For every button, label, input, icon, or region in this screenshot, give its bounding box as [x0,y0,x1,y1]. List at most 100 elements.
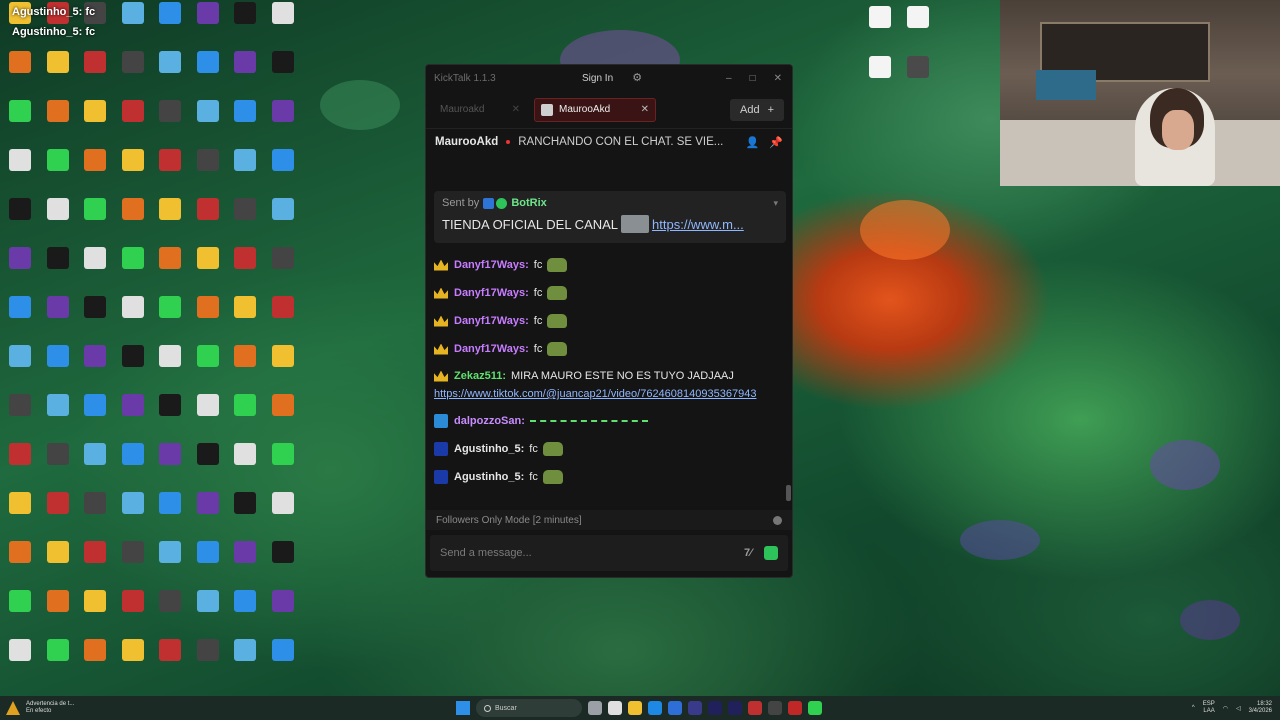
desktop-icon[interactable] [862,6,898,28]
start-icon[interactable] [456,701,470,715]
desktop-icon[interactable] [227,247,263,269]
desktop-icon[interactable] [152,149,188,171]
brave-icon[interactable] [748,701,762,715]
taskbar-notification[interactable]: Advertencia de t... En efecto [6,701,156,715]
desktop-icon[interactable] [115,2,151,24]
desktop-icon[interactable] [115,345,151,367]
desktop-icon[interactable] [190,443,226,465]
desktop-icon[interactable] [190,541,226,563]
taskbar-app-icon[interactable] [708,701,722,715]
desktop-icon[interactable] [77,590,113,612]
desktop-icon[interactable] [115,394,151,416]
desktop-icon[interactable] [115,149,151,171]
desktop-icon[interactable] [40,149,76,171]
kicktalk-icon[interactable] [808,701,822,715]
desktop-icon[interactable] [265,149,301,171]
desktop-icon[interactable] [77,639,113,661]
pin-icon[interactable]: 📌 [769,136,783,149]
desktop-icon[interactable] [227,149,263,171]
desktop-icon[interactable] [115,198,151,220]
desktop-icon[interactable] [2,443,38,465]
desktop-icon[interactable] [227,100,263,122]
desktop-icon[interactable] [77,247,113,269]
taskbar-app-icon[interactable] [688,701,702,715]
desktop-icon[interactable] [265,394,301,416]
chevron-down-icon[interactable]: ▾ [773,198,778,209]
desktop-icon[interactable] [265,541,301,563]
seventv-emote-icon[interactable]: 7⁄ [744,547,752,559]
user-icon[interactable]: 👤 [746,136,760,149]
desktop-icon[interactable] [227,296,263,318]
desktop-icon[interactable] [227,394,263,416]
desktop-icon[interactable] [900,56,936,78]
desktop-icon[interactable] [265,247,301,269]
taskbar-app-icon[interactable] [728,701,742,715]
chat-username[interactable]: Danyf17Ways: [454,287,529,299]
desktop-icon[interactable] [152,100,188,122]
desktop-icon[interactable] [115,247,151,269]
pinned-sender[interactable]: BotRix [511,197,546,209]
desktop-icon[interactable] [77,541,113,563]
desktop-icon[interactable] [265,345,301,367]
chat-username[interactable]: dalpozzoSan: [454,415,525,427]
desktop-icon[interactable] [40,443,76,465]
kick-emote-icon[interactable] [764,546,778,560]
chevron-up-icon[interactable]: ^ [1192,705,1195,711]
add-channel-button[interactable]: Add + [729,98,784,121]
desktop-icon[interactable] [40,492,76,514]
desktop-icon[interactable] [40,590,76,612]
desktop-icon[interactable] [227,345,263,367]
desktop-icon[interactable] [152,639,188,661]
desktop-icon[interactable] [77,394,113,416]
desktop-icon[interactable] [2,541,38,563]
desktop-icon[interactable] [152,2,188,24]
desktop-icon[interactable] [152,247,188,269]
maximize-icon[interactable]: □ [750,73,756,84]
pinned-link[interactable]: https://www.m... [652,217,744,232]
desktop-icon[interactable] [152,394,188,416]
wifi-icon[interactable]: ◠ [1223,705,1228,712]
desktop-icon[interactable] [190,345,226,367]
desktop-icon[interactable] [40,345,76,367]
channel-name[interactable]: MaurooAkd [435,136,498,148]
desktop-icon[interactable] [115,443,151,465]
desktop-icon[interactable] [115,541,151,563]
desktop-icon[interactable] [2,149,38,171]
chat-link[interactable]: https://www.tiktok.com/@juancap21/video/… [434,385,786,403]
desktop-icon[interactable] [152,345,188,367]
close-icon[interactable]: ✕ [774,73,782,84]
desktop-icon[interactable] [190,198,226,220]
desktop-icon[interactable] [77,492,113,514]
desktop-icon[interactable] [227,541,263,563]
chat-username[interactable]: Zekaz511: [454,367,506,385]
desktop-icon[interactable] [40,51,76,73]
desktop-icon[interactable] [2,345,38,367]
taskbar-app-icon[interactable] [668,701,682,715]
desktop-icon[interactable] [265,296,301,318]
desktop-icon[interactable] [152,590,188,612]
gear-icon[interactable]: ⚙ [631,72,643,84]
desktop-icon[interactable] [2,247,38,269]
desktop-icon[interactable] [227,51,263,73]
tab-maurooakd[interactable]: MaurooAkd ✕ [534,97,656,122]
chat-username[interactable]: Danyf17Ways: [454,343,529,355]
desktop-icon[interactable] [2,100,38,122]
desktop-icon[interactable] [2,51,38,73]
desktop-icon[interactable] [265,100,301,122]
desktop-icon[interactable] [227,443,263,465]
desktop-icon[interactable] [190,51,226,73]
desktop-icon[interactable] [115,100,151,122]
desktop-icon[interactable] [77,345,113,367]
desktop-icon[interactable] [265,198,301,220]
desktop-icon[interactable] [152,443,188,465]
folder-icon[interactable] [628,701,642,715]
desktop-icon[interactable] [40,247,76,269]
desktop-icon[interactable] [190,149,226,171]
desktop-icon[interactable] [227,639,263,661]
desktop-icon[interactable] [227,2,263,24]
minimize-icon[interactable]: – [726,73,732,84]
desktop-icon[interactable] [77,443,113,465]
desktop-icon[interactable] [77,296,113,318]
desktop-icon[interactable] [190,590,226,612]
desktop-icon[interactable] [227,492,263,514]
